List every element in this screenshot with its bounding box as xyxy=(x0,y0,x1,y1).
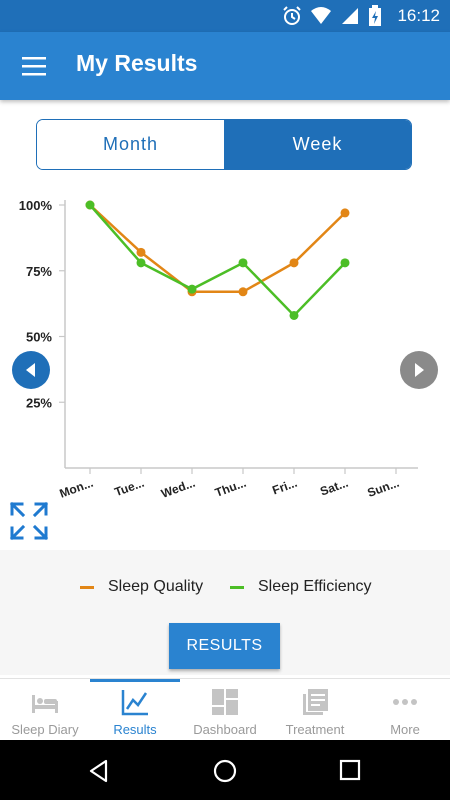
data-point xyxy=(238,287,248,297)
home-icon[interactable] xyxy=(212,758,238,784)
legend-sleep-efficiency: Sleep Efficiency xyxy=(230,578,372,596)
recents-icon[interactable] xyxy=(338,758,362,782)
line-chart-icon xyxy=(121,690,148,716)
menu-icon[interactable] xyxy=(20,54,50,78)
next-week-button[interactable] xyxy=(400,351,438,389)
previous-week-button[interactable] xyxy=(12,351,50,389)
arrow-left-icon xyxy=(26,363,35,377)
status-bar: 16:12 xyxy=(0,0,450,32)
data-point xyxy=(340,208,350,218)
more-dots-icon xyxy=(393,699,417,705)
x-tick-label: Wed... xyxy=(159,476,197,501)
data-point xyxy=(136,258,146,268)
tab-treatment[interactable]: Treatment xyxy=(270,679,360,741)
legend-area: Sleep Quality Sleep Efficiency RESULTS xyxy=(0,550,450,675)
bed-icon xyxy=(32,695,58,713)
app-bar: My Results xyxy=(0,32,450,100)
tab-more[interactable]: More xyxy=(360,679,450,741)
data-point xyxy=(187,284,197,294)
page-title: My Results xyxy=(76,50,198,76)
status-icons xyxy=(282,5,382,27)
tab-label: Dashboard xyxy=(193,722,257,737)
tab-dashboard[interactable]: Dashboard xyxy=(180,679,270,741)
y-tick-label: 100% xyxy=(19,198,53,213)
legend-swatch-quality xyxy=(80,585,94,589)
status-time: 16:12 xyxy=(397,6,440,25)
dashboard-icon xyxy=(212,689,238,715)
system-nav-bar xyxy=(0,740,450,800)
wifi-icon xyxy=(311,7,331,24)
x-tick-label: Fri... xyxy=(270,476,299,498)
alarm-icon xyxy=(283,6,301,25)
y-tick-label: 25% xyxy=(26,395,52,410)
bottom-tab-bar: Sleep Diary Results Dashboard Treatment xyxy=(0,678,450,741)
x-tick-label: Sat... xyxy=(318,476,350,499)
period-toggle: Month Week xyxy=(36,119,412,170)
document-stack-icon xyxy=(303,689,328,715)
tab-label: Sleep Diary xyxy=(11,722,79,737)
x-tick-label: Mon... xyxy=(58,476,95,501)
data-point xyxy=(289,258,299,268)
data-point xyxy=(136,247,146,257)
x-tick-label: Tue... xyxy=(113,476,146,500)
legend-sleep-quality: Sleep Quality xyxy=(80,578,203,596)
data-point xyxy=(340,258,350,268)
data-point xyxy=(238,258,248,268)
expand-icon[interactable] xyxy=(9,501,49,541)
legend-label-efficiency: Sleep Efficiency xyxy=(258,578,372,595)
back-icon[interactable] xyxy=(86,758,112,784)
legend-label-quality: Sleep Quality xyxy=(108,578,204,595)
month-tab[interactable]: Month xyxy=(37,120,224,169)
tab-sleep-diary[interactable]: Sleep Diary xyxy=(0,679,90,741)
battery-icon xyxy=(369,5,381,26)
tab-label: More xyxy=(390,722,420,737)
series-line-sleep-efficiency xyxy=(89,204,346,318)
tab-results[interactable]: Results xyxy=(90,679,180,741)
tab-label: Results xyxy=(113,722,157,737)
y-tick-label: 75% xyxy=(26,264,52,279)
data-point xyxy=(85,200,95,210)
x-tick-label: Sun... xyxy=(366,476,401,500)
signal-icon xyxy=(342,8,358,24)
y-tick-label: 50% xyxy=(26,330,52,345)
x-tick-label: Thu... xyxy=(213,476,248,500)
arrow-right-icon xyxy=(415,363,424,377)
results-button[interactable]: RESULTS xyxy=(169,623,280,669)
legend-swatch-efficiency xyxy=(230,585,244,589)
data-point xyxy=(289,310,299,320)
results-chart: 100% 75% 50% 25% Mon... Tue... Wed... Thu... Fri… xyxy=(19,198,418,501)
week-tab[interactable]: Week xyxy=(224,120,411,169)
tab-label: Treatment xyxy=(285,722,345,737)
